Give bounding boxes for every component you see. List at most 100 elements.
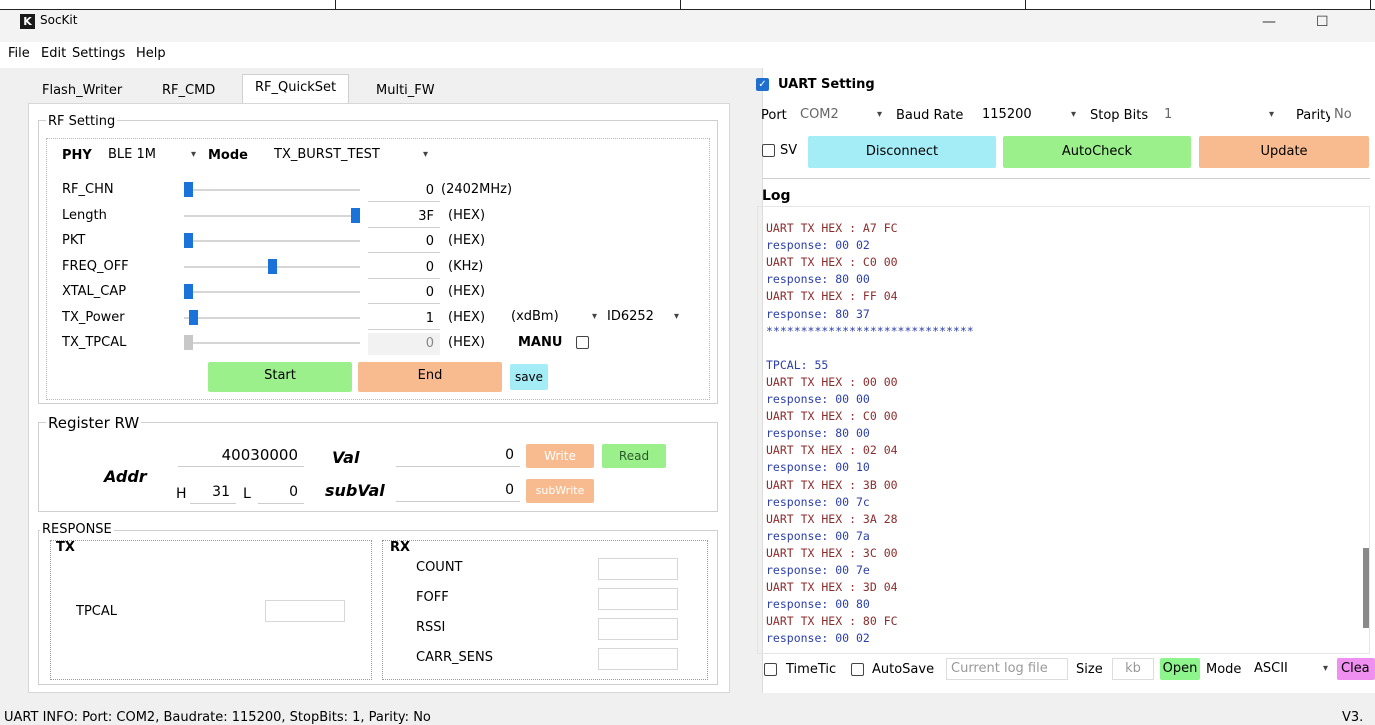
log-line: UART TX HEX : C0 00: [766, 409, 898, 424]
phy-select[interactable]: BLE 1M ▾: [104, 144, 202, 166]
title-bar: [0, 10, 1375, 42]
rf-row-unit: (HEX): [448, 310, 486, 325]
port-select[interactable]: COM2 ▾: [796, 104, 888, 126]
stopbits-select[interactable]: 1 ▾: [1160, 104, 1280, 126]
slider-handle[interactable]: [184, 284, 193, 299]
read-button[interactable]: Read: [602, 444, 666, 468]
rf-row-value[interactable]: 3F: [368, 206, 440, 228]
rx-field-value[interactable]: [598, 618, 678, 640]
sv-label: SV: [780, 143, 798, 158]
maximize-button[interactable]: ☐: [1316, 14, 1329, 30]
write-button[interactable]: Write: [526, 444, 594, 468]
log-line: response: 80 00: [766, 426, 870, 441]
subwrite-button[interactable]: subWrite: [526, 479, 594, 503]
rf-row-value: 0: [368, 333, 440, 355]
clear-button[interactable]: Clea: [1337, 658, 1375, 680]
l-label: L: [243, 486, 251, 502]
log-scrollbar[interactable]: [1363, 548, 1369, 628]
rx-field-value[interactable]: [598, 558, 678, 580]
chip-select[interactable]: ID6252 ▾: [603, 306, 685, 328]
rf-row-label: XTAL_CAP: [62, 284, 127, 299]
rf-row-unit: (HEX): [448, 233, 486, 248]
uart-setting-checkbox[interactable]: ✓: [756, 78, 769, 91]
h-input[interactable]: 31: [190, 482, 236, 504]
l-input[interactable]: 0: [258, 482, 304, 504]
rf-row-value[interactable]: 0: [368, 282, 440, 304]
slider-track[interactable]: [184, 317, 360, 319]
update-button[interactable]: Update: [1199, 136, 1369, 168]
chevron-down-icon: ▾: [1268, 109, 1274, 120]
addr-label: Addr: [104, 467, 147, 486]
val-label: Val: [332, 448, 360, 467]
rf-row-unit: (2402MHz): [441, 182, 513, 197]
tab-multi-fw[interactable]: Multi_FW: [364, 78, 447, 103]
log-line: UART TX HEX : 02 04: [766, 443, 898, 458]
rx-field-value[interactable]: [598, 648, 678, 670]
slider-track[interactable]: [184, 215, 360, 217]
subval-input[interactable]: 0: [396, 480, 520, 502]
log-file-input[interactable]: Current log file: [946, 658, 1068, 680]
slider-track[interactable]: [184, 240, 360, 242]
log-line: TPCAL: 55: [766, 357, 829, 372]
parity-select[interactable]: No: [1330, 104, 1370, 126]
autocheck-button[interactable]: AutoCheck: [1003, 136, 1191, 168]
stopbits-label: Stop Bits: [1090, 108, 1149, 123]
log-line: response: 00 10: [766, 460, 870, 475]
manu-checkbox[interactable]: [576, 336, 589, 349]
baud-select[interactable]: 115200 ▾: [978, 104, 1082, 126]
open-button[interactable]: Open: [1160, 658, 1200, 680]
rf-row-value[interactable]: 0: [368, 257, 440, 279]
rf-row-value[interactable]: 0: [368, 180, 440, 202]
menu-file[interactable]: File: [8, 46, 30, 61]
app-title: SocKit: [40, 13, 78, 27]
log-mode-select[interactable]: ASCII ▾: [1250, 658, 1334, 680]
log-line: response: 00 7e: [766, 563, 870, 577]
log-line: UART TX HEX : C0 00: [766, 255, 898, 270]
sv-checkbox[interactable]: [762, 144, 775, 157]
rx-field-value[interactable]: [598, 588, 678, 610]
size-input[interactable]: kb: [1112, 658, 1154, 680]
slider-handle[interactable]: [189, 310, 198, 325]
rf-row-value[interactable]: 0: [368, 231, 440, 253]
end-button[interactable]: End: [358, 362, 502, 392]
tab-flash-writer[interactable]: Flash_Writer: [30, 78, 134, 103]
timetic-checkbox[interactable]: [764, 663, 777, 676]
tab-rf-quickset[interactable]: RF_QuickSet: [242, 74, 350, 104]
log-line: response: 00 02: [766, 238, 870, 253]
tpcal-value[interactable]: [265, 600, 345, 622]
timetic-label: TimeTic: [786, 662, 837, 677]
h-label: H: [176, 486, 187, 502]
slider-track[interactable]: [184, 291, 360, 293]
menu-edit[interactable]: Edit: [41, 46, 66, 61]
val-input[interactable]: 0: [396, 445, 520, 467]
slider-handle[interactable]: [184, 233, 193, 248]
slider-handle[interactable]: [184, 182, 193, 197]
slider-handle: [184, 335, 193, 350]
slider-handle[interactable]: [351, 208, 360, 223]
log-line: response: 00 7a: [766, 528, 870, 543]
autosave-checkbox[interactable]: [851, 663, 864, 676]
rx-field-label: CARR_SENS: [416, 650, 493, 665]
addr-input[interactable]: 40030000: [178, 445, 304, 467]
chevron-down-icon: ▾: [673, 311, 679, 322]
status-text: UART INFO: Port: COM2, Baudrate: 115200,…: [4, 710, 431, 725]
power-unit-select[interactable]: (xdBm) ▾: [507, 306, 603, 328]
tab-rf-cmd[interactable]: RF_CMD: [150, 78, 227, 103]
slider-track[interactable]: [184, 342, 360, 344]
slider-handle[interactable]: [268, 259, 277, 274]
menu-help[interactable]: Help: [136, 46, 166, 61]
log-line: ******************************: [766, 323, 974, 338]
menu-settings[interactable]: Settings: [72, 46, 125, 61]
slider-track[interactable]: [184, 189, 360, 191]
rf-row-unit: (HEX): [448, 335, 486, 350]
log-line: UART TX HEX : 3C 00: [766, 545, 898, 560]
disconnect-button[interactable]: Disconnect: [808, 136, 996, 168]
start-button[interactable]: Start: [208, 362, 352, 392]
minimize-button[interactable]: —: [1262, 14, 1276, 30]
mode-select[interactable]: TX_BURST_TEST ▾: [270, 144, 434, 166]
rf-row-label: TX_Power: [62, 310, 125, 325]
chevron-down-icon: ▾: [1070, 109, 1076, 120]
rf-row-label: Length: [62, 208, 107, 223]
save-button[interactable]: save: [510, 364, 548, 390]
rf-row-value[interactable]: 1: [368, 308, 440, 330]
